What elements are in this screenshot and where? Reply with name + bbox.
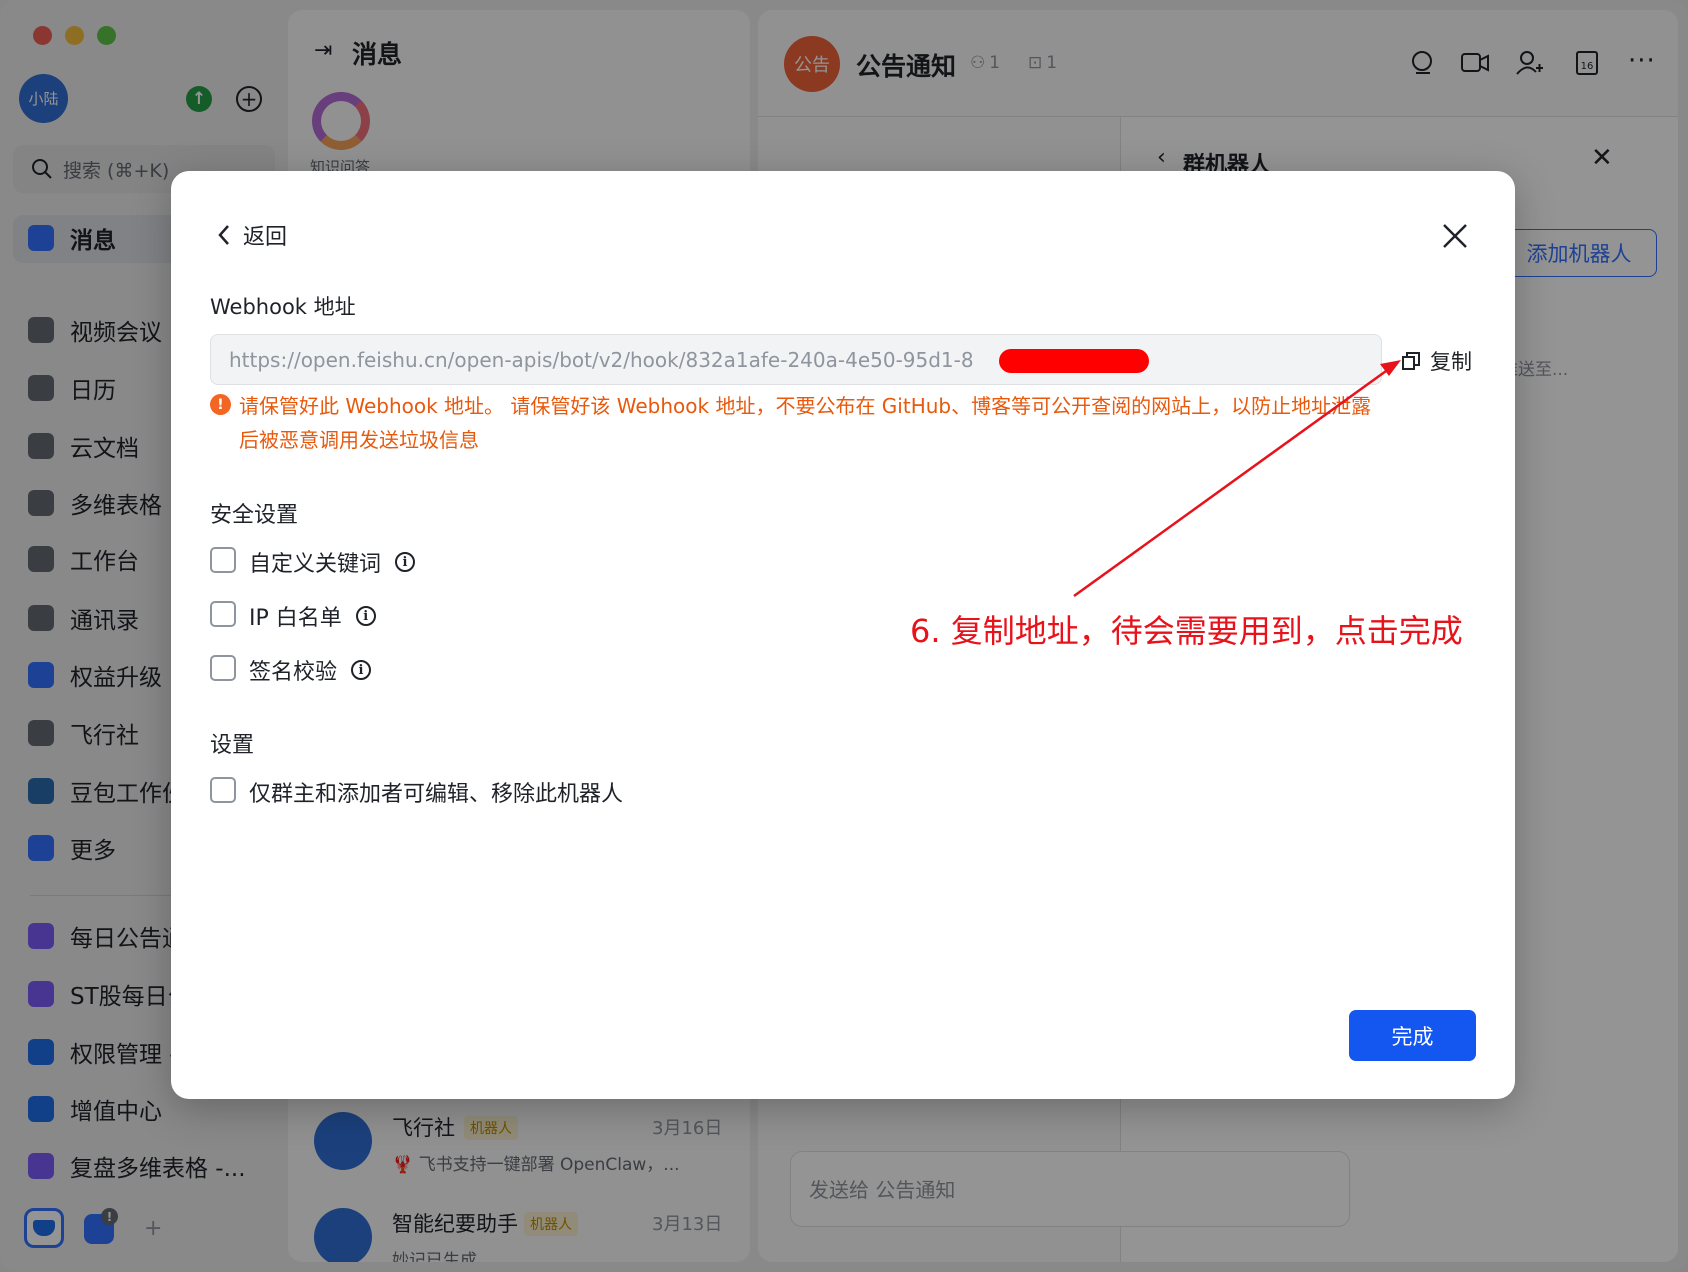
annotation-text: 6. 复制地址，待会需要用到，点击完成 bbox=[910, 612, 1463, 650]
